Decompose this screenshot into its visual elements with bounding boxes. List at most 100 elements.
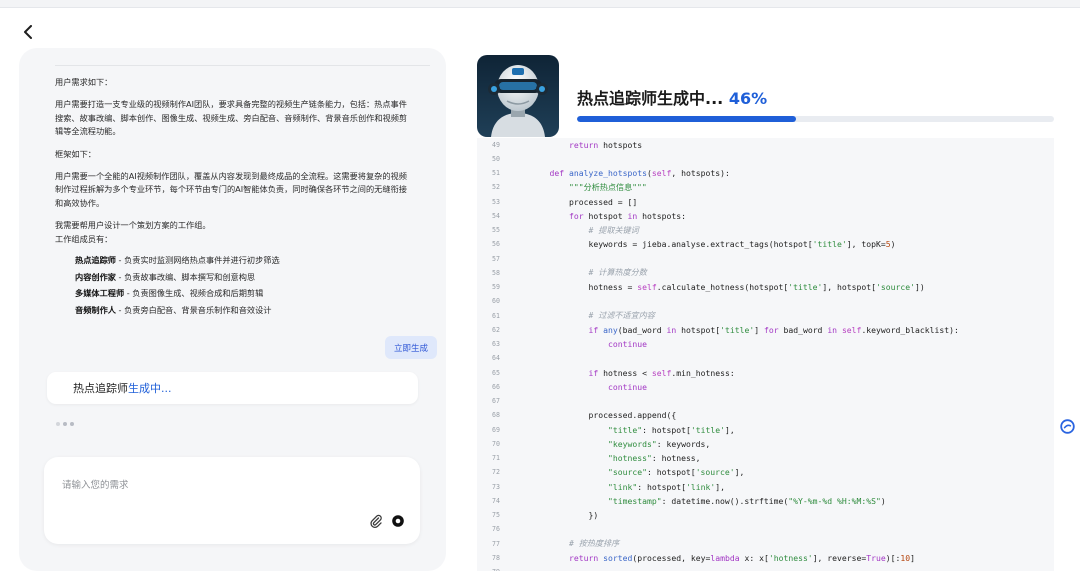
input-placeholder: 请输入您的需求 bbox=[62, 480, 129, 491]
code-text: # 过滤不适宜内容 bbox=[588, 310, 655, 321]
code-text: for hotspot in hotspots: bbox=[568, 210, 686, 221]
code-text: "link": hotspot['link'], bbox=[607, 481, 725, 492]
code-line: 61 # 过滤不适宜内容 bbox=[477, 309, 1054, 323]
code-text: # 按热度排序 bbox=[568, 538, 620, 549]
line-number: 68 bbox=[492, 411, 500, 420]
code-line: 60 bbox=[477, 294, 1054, 308]
assistant-bubble-icon bbox=[1060, 419, 1075, 434]
progress-bar bbox=[577, 116, 1054, 122]
code-text: # 计算热度分数 bbox=[588, 267, 647, 278]
code-text: continue bbox=[607, 339, 647, 350]
progress-bar-fill bbox=[577, 116, 797, 122]
line-number: 58 bbox=[492, 268, 500, 277]
line-number: 63 bbox=[492, 340, 500, 349]
back-arrow-icon bbox=[24, 25, 32, 39]
plan-line: 我需要帮用户设计一个策划方案的工作组。 bbox=[55, 220, 211, 231]
line-number: 49 bbox=[492, 140, 500, 149]
code-text: hotness = self.calculate_hotness(hotspot… bbox=[530, 282, 925, 293]
member-item: 多媒体工程师 - 负责图像生成、视频合成和后期剪辑 bbox=[75, 288, 264, 299]
line-number: 57 bbox=[492, 254, 500, 263]
member-item: 内容创作家 - 负责故事改编、脚本撰写和创意构思 bbox=[75, 271, 256, 282]
code-text: if hotness < self.min_hotness: bbox=[588, 367, 735, 378]
code-line: 79 bbox=[477, 565, 1054, 571]
chat-panel: 用户需求如下： 用户需要打造一支专业级的视频制作AI团队，要求具备完整的视频生产… bbox=[19, 48, 446, 571]
code-line: 65 if hotness < self.min_hotness: bbox=[477, 366, 1054, 380]
line-number: 73 bbox=[492, 482, 500, 491]
browser-bookmark-bar bbox=[0, 0, 1080, 8]
code-line: 75 }) bbox=[477, 508, 1054, 522]
assistant-float-button[interactable] bbox=[1060, 419, 1075, 434]
code-line: 68 processed.append({ bbox=[477, 408, 1054, 422]
back-button[interactable] bbox=[18, 22, 38, 42]
code-line: 70 "keywords": keywords, bbox=[477, 437, 1054, 451]
member-list: 热点追踪师 - 负责实时监测网络热点事件并进行初步筛选 内容创作家 - 负责故事… bbox=[55, 252, 415, 318]
code-line: 76 bbox=[477, 522, 1054, 536]
line-number: 62 bbox=[492, 325, 500, 334]
line-number: 61 bbox=[492, 311, 500, 320]
code-line: 72 "source": hotspot['source'], bbox=[477, 465, 1054, 479]
code-line: 73 "link": hotspot['link'], bbox=[477, 480, 1054, 494]
code-line: 57 bbox=[477, 252, 1054, 266]
line-number: 70 bbox=[492, 439, 500, 448]
code-line: 51 def analyze_hotspots(self, hotspots): bbox=[477, 166, 1054, 180]
code-text: continue bbox=[607, 381, 647, 392]
code-line: 71 "hotness": hotness, bbox=[477, 451, 1054, 465]
line-number: 71 bbox=[492, 454, 500, 463]
member-item: 热点追踪师 - 负责实时监测网络热点事件并进行初步筛选 bbox=[75, 255, 280, 266]
code-text: "hotness": hotness, bbox=[607, 453, 701, 464]
code-line: 74 "timestamp": datetime.now().strftime(… bbox=[477, 494, 1054, 508]
code-text: "source": hotspot['source'], bbox=[607, 467, 745, 478]
record-icon bbox=[392, 515, 404, 527]
framework-body: 用户需要一个全能的AI视频制作团队，覆盖从内容发现到最终成品的全流程。这需要将复… bbox=[55, 171, 407, 208]
line-number: 53 bbox=[492, 197, 500, 206]
line-number: 72 bbox=[492, 468, 500, 477]
progress-label: 热点追踪师生成中... bbox=[577, 89, 729, 108]
line-number: 54 bbox=[492, 211, 500, 220]
typing-indicator bbox=[56, 422, 74, 426]
attach-button[interactable] bbox=[369, 513, 383, 528]
code-text: """分析热点信息""" bbox=[568, 181, 647, 192]
record-button[interactable] bbox=[391, 513, 405, 527]
requirement-input[interactable]: 请输入您的需求 bbox=[44, 457, 420, 544]
members-title: 工作组成员有： bbox=[55, 233, 113, 244]
status-agent-name: 热点追踪师 bbox=[73, 382, 128, 395]
code-viewer[interactable]: 49 return hotspots 50 51 def analyze_hotsp… bbox=[477, 138, 1054, 571]
line-number: 64 bbox=[492, 354, 500, 363]
line-number: 55 bbox=[492, 226, 500, 235]
code-text: processed.append({ bbox=[530, 410, 677, 421]
divider bbox=[55, 65, 430, 66]
line-number: 75 bbox=[492, 511, 500, 520]
progress-percent: 46% bbox=[728, 89, 768, 108]
status-state: 生成中... bbox=[128, 382, 172, 395]
code-line: 53 processed = [] bbox=[477, 195, 1054, 209]
code-text: }) bbox=[530, 510, 599, 521]
code-line: 52 """分析热点信息""" bbox=[477, 180, 1054, 194]
code-line: 56 keywords = jieba.analyse.extract_tags… bbox=[477, 237, 1054, 251]
line-number: 76 bbox=[492, 525, 500, 534]
code-line: 77 # 按热度排序 bbox=[477, 537, 1054, 551]
line-number: 52 bbox=[492, 183, 500, 192]
line-number: 56 bbox=[492, 240, 500, 249]
member-item: 音频制作人 - 负责旁白配音、背景音乐制作和音效设计 bbox=[75, 304, 272, 315]
code-line: 62 if any(bad_word in hotspot['title'] f… bbox=[477, 323, 1054, 337]
code-text: if any(bad_word in hotspot['title'] for … bbox=[588, 324, 959, 335]
line-number: 74 bbox=[492, 496, 500, 505]
progress-title: 热点追踪师生成中... 46% bbox=[577, 85, 767, 109]
user-message: 用户需求如下： 用户需要打造一支专业级的视频制作AI团队，要求具备完整的视频生产… bbox=[55, 76, 415, 318]
code-line: 63 continue bbox=[477, 337, 1054, 351]
line-number: 67 bbox=[492, 397, 500, 406]
requirement-body: 用户需要打造一支专业级的视频制作AI团队，要求具备完整的视频生产链条能力，包括：… bbox=[55, 99, 408, 137]
line-number: 50 bbox=[492, 154, 500, 163]
line-number: 77 bbox=[492, 539, 500, 548]
code-text: "keywords": keywords, bbox=[607, 438, 711, 449]
code-line: 59 hotness = self.calculate_hotness(hots… bbox=[477, 280, 1054, 294]
paperclip-icon bbox=[370, 514, 382, 528]
code-line: 67 bbox=[477, 394, 1054, 408]
code-line: 49 return hotspots bbox=[477, 138, 1054, 152]
generate-now-button[interactable]: 立即生成 bbox=[385, 336, 438, 359]
code-text: processed = [] bbox=[530, 196, 638, 207]
framework-title: 框架如下： bbox=[55, 148, 96, 159]
code-line: 69 "title": hotspot['title'], bbox=[477, 423, 1054, 437]
code-line: 54 for hotspot in hotspots: bbox=[477, 209, 1054, 223]
code-text: # 提取关键词 bbox=[588, 224, 639, 235]
